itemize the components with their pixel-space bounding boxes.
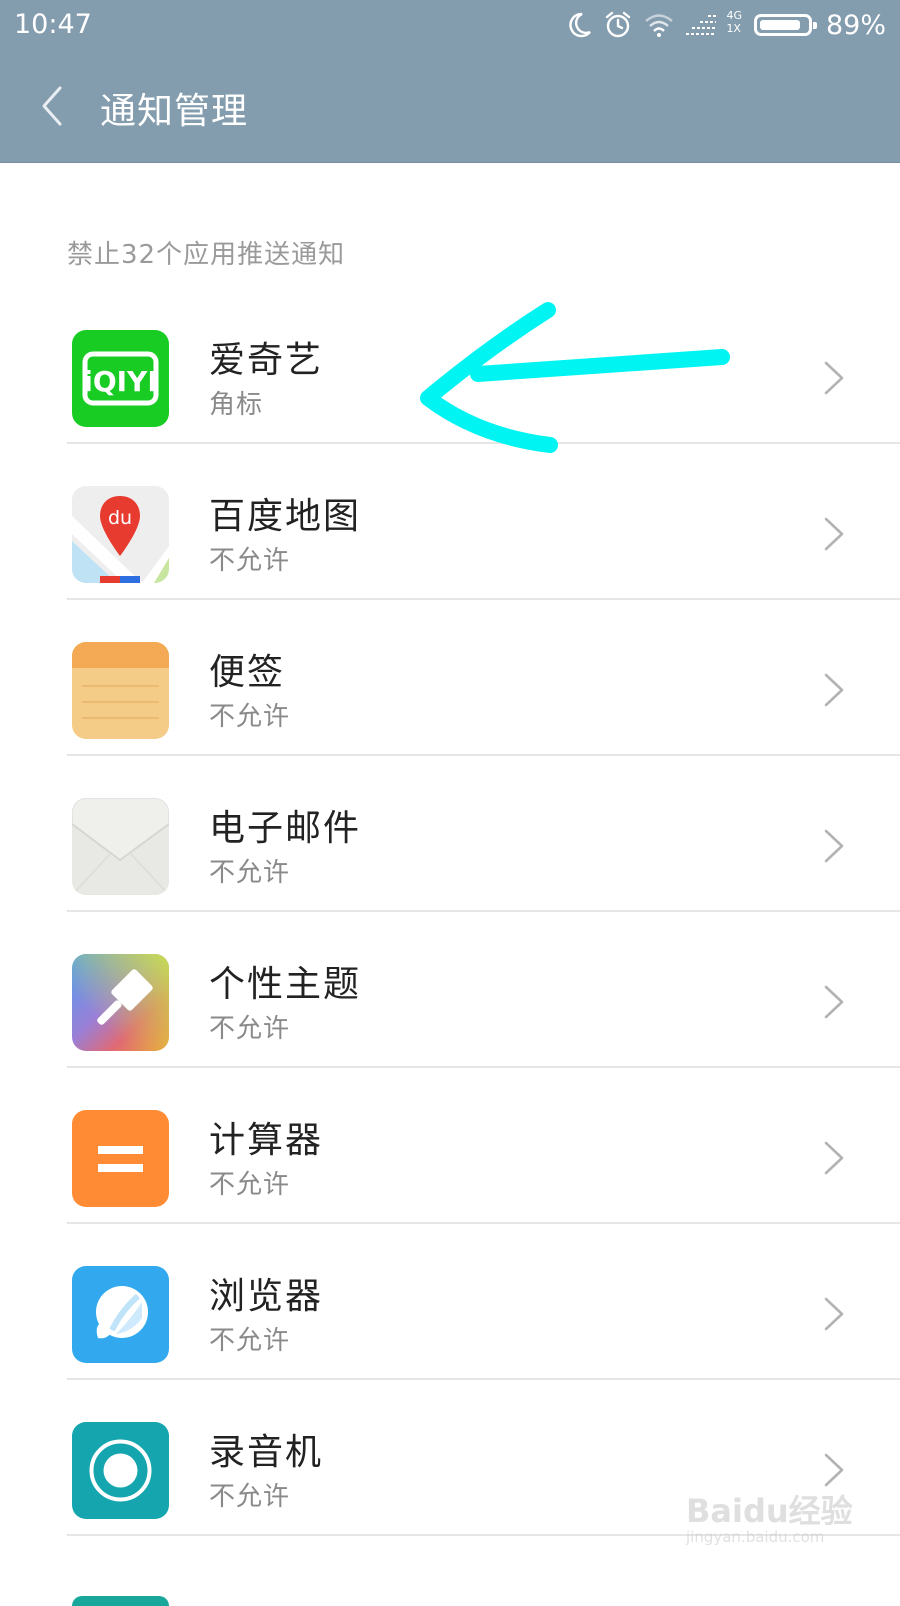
- notification-status: 不允许: [209, 546, 291, 576]
- app-list: iQIYI 爱奇艺 角标 du 百度地图 不允许 便签 不允许 电子邮件 不允许…: [0, 288, 900, 1606]
- section-header: 禁止32个应用推送通知: [67, 240, 346, 270]
- watermark-url: jingyan.baidu.com: [686, 1528, 825, 1546]
- chevron-right-icon: [824, 517, 844, 551]
- app-name: 爱奇艺: [209, 340, 324, 381]
- status-icons: 4G 1X 89%: [568, 8, 886, 42]
- email-app-icon: [72, 798, 169, 895]
- app-name: 浏览器: [209, 1276, 324, 1317]
- app-name: 计算器: [209, 1120, 324, 1161]
- status-time: 10:47: [14, 9, 92, 40]
- chevron-right-icon: [824, 1453, 844, 1487]
- battery-percent: 89%: [825, 9, 886, 41]
- iqiyi-icon-label: iQIYI: [83, 365, 158, 398]
- network-type-bottom: 1X: [726, 22, 741, 35]
- recorder-app-icon: [72, 1422, 169, 1519]
- moon-icon: [569, 12, 591, 38]
- app-row-calculator[interactable]: 计算器 不允许: [0, 1068, 900, 1224]
- next-app-icon-partial: [72, 1596, 169, 1606]
- app-name: 便签: [209, 652, 286, 693]
- notification-status: 不允许: [209, 858, 291, 888]
- app-row-themes[interactable]: 个性主题 不允许: [0, 912, 900, 1068]
- chevron-right-icon: [824, 985, 844, 1019]
- chevron-right-icon: [824, 1297, 844, 1331]
- app-name: 个性主题: [209, 964, 362, 1005]
- baidu-map-icon-label: du: [108, 507, 132, 529]
- network-type-top: 4G: [726, 9, 742, 22]
- page-title: 通知管理: [100, 91, 249, 132]
- browser-app-icon: [72, 1266, 169, 1363]
- chevron-right-icon: [824, 673, 844, 707]
- cellular-signal-icon: 4G 1X: [685, 9, 742, 40]
- app-header: 10:47 4G 1X 89% 通知管理: [0, 0, 900, 163]
- app-row-email[interactable]: 电子邮件 不允许: [0, 756, 900, 912]
- themes-app-icon: [72, 954, 169, 1051]
- battery-icon: [753, 14, 817, 36]
- app-name: 电子邮件: [209, 808, 362, 849]
- status-bar: 10:47 4G 1X 89%: [0, 0, 900, 50]
- notification-status: 不允许: [209, 1170, 291, 1200]
- watermark-brand: Baidu经验: [686, 1492, 853, 1530]
- chevron-right-icon: [824, 361, 844, 395]
- chevron-left-icon: [42, 86, 62, 126]
- notification-status: 不允许: [209, 1482, 291, 1512]
- notification-status: 不允许: [209, 702, 291, 732]
- app-row-browser[interactable]: 浏览器 不允许: [0, 1224, 900, 1380]
- app-row-notes[interactable]: 便签 不允许: [0, 600, 900, 756]
- notification-status: 不允许: [209, 1014, 291, 1044]
- chevron-right-icon: [824, 1141, 844, 1175]
- app-row-iqiyi[interactable]: iQIYI 爱奇艺 角标: [0, 288, 900, 444]
- baidu-map-app-icon: du: [72, 486, 169, 583]
- wifi-icon: [645, 14, 673, 37]
- app-name: 百度地图: [209, 496, 362, 537]
- app-name: 录音机: [209, 1432, 324, 1473]
- notification-status: 角标: [209, 390, 264, 420]
- notes-app-icon: [72, 642, 169, 739]
- notification-status: 不允许: [209, 1326, 291, 1356]
- back-button[interactable]: [36, 84, 72, 128]
- chevron-right-icon: [824, 829, 844, 863]
- alarm-clock-icon: [605, 11, 631, 38]
- calculator-app-icon: [72, 1110, 169, 1207]
- baidu-watermark: Baidu经验 jingyan.baidu.com: [686, 1486, 856, 1556]
- iqiyi-app-icon: iQIYI: [72, 330, 169, 427]
- battery-fill: [759, 20, 801, 30]
- app-row-baidu-map[interactable]: du 百度地图 不允许: [0, 444, 900, 600]
